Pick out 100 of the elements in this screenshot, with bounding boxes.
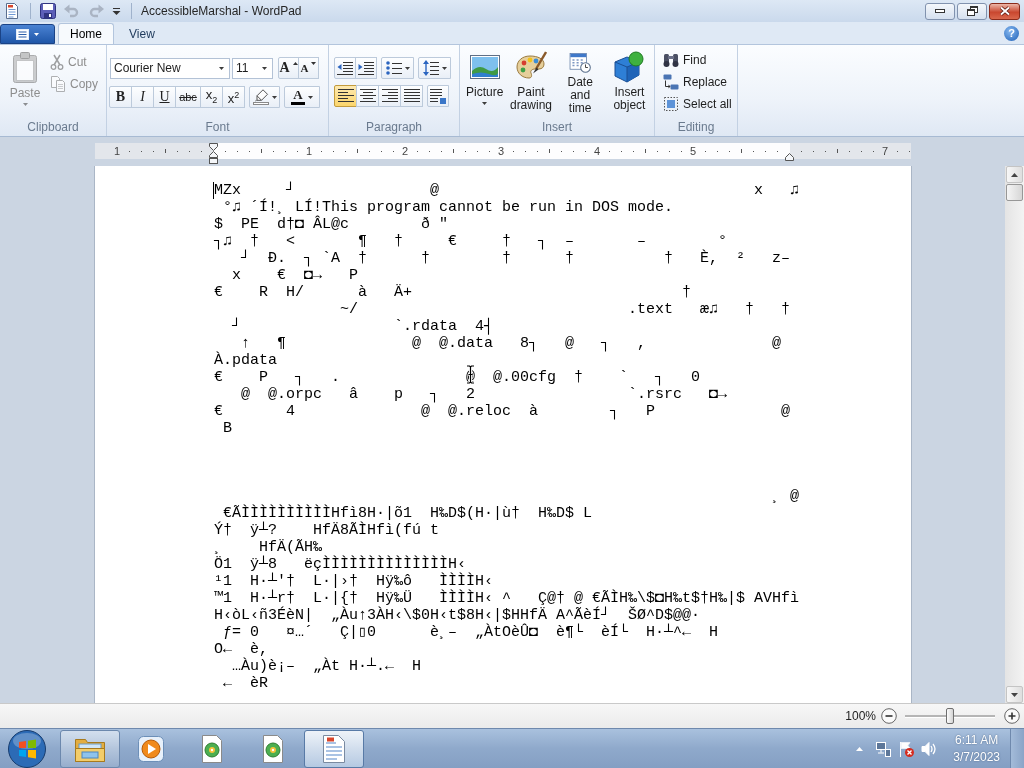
clock-date: 3/7/2023: [953, 748, 1000, 766]
caret-icon: [441, 66, 447, 70]
paragraph-icon: [430, 88, 446, 104]
ruler-number: 3: [497, 145, 505, 157]
font-name-field[interactable]: Courier New: [110, 57, 230, 79]
bulleted-list-icon: [385, 60, 402, 76]
caret-icon: [219, 66, 224, 70]
group-label: Font: [205, 120, 230, 134]
insert-object-button[interactable]: Insert object: [604, 48, 654, 118]
binoculars-icon: [663, 52, 679, 68]
group-label: Paragraph: [365, 120, 422, 134]
document-text-line: Ý† ÿ┴? HfÄ8ÃÌHfì(fú t: [214, 522, 440, 539]
picture-button[interactable]: Picture: [463, 48, 507, 118]
document-icon: [321, 734, 347, 763]
replace-icon: [663, 74, 679, 90]
document-icon[interactable]: [4, 3, 20, 19]
zoom-level-text: 100%: [845, 709, 876, 723]
caret-icon: [308, 95, 313, 99]
document-text-line: x € ◘→ P: [231, 267, 359, 284]
align-center-button[interactable]: [356, 85, 379, 107]
document-text-line: $ PE d†◘ ÂL@c ð ": [214, 216, 449, 233]
select-all-button[interactable]: Select all: [660, 94, 735, 114]
ribbon-tab[interactable]: View: [117, 23, 167, 44]
network-icon[interactable]: [875, 740, 892, 757]
scrollbar-thumb[interactable]: [1006, 184, 1023, 201]
grow-font-button[interactable]: A: [278, 57, 299, 79]
close-button[interactable]: [989, 2, 1020, 20]
document-text-line: H‹òL‹ñ3ÉèN| „Àu↑3ÀH‹\$0H‹t$8H‹|$HHfÄ A^ÃèÍ┘ ŠØ^D$@@·: [214, 607, 701, 624]
color-bar-icon: [291, 102, 305, 105]
line-spacing-icon: [422, 60, 439, 76]
close-icon: [998, 6, 1011, 16]
document-text-line: €ÃÌÌÌÌÌÌÌÌÌÌHfì8H·|õ1 H‰D$(H·|ù† H‰D$ L: [223, 505, 593, 522]
customize-caret-icon[interactable]: [112, 7, 121, 15]
document-text-line: ┘ `.rdata 4┤: [231, 318, 494, 335]
italic-button[interactable]: I: [131, 86, 154, 108]
shrink-font-button[interactable]: A: [298, 57, 319, 79]
document-text-line: ¸ @: [771, 488, 800, 505]
document-text-line: ┘ Ð. ┐ `A † † † † † È, ² z–: [240, 250, 791, 267]
zoom-in-icon[interactable]: [1004, 708, 1020, 724]
highlight-button[interactable]: [249, 86, 280, 108]
select-all-icon: [663, 96, 679, 112]
app-menu-button[interactable]: [0, 24, 55, 44]
caret-down-icon: [1011, 692, 1018, 697]
ruler-number: 1: [113, 145, 121, 157]
document-text-line: ← èR: [222, 675, 268, 692]
font-size-field[interactable]: 11: [232, 57, 273, 79]
document-text-line: ¹1 H·┴'† L·|›† Hÿ‰ô ÌÌÌÌH‹: [214, 573, 494, 590]
caret-icon: [404, 66, 410, 70]
group-label: Insert: [542, 120, 572, 134]
document-text-line: B: [222, 420, 232, 437]
justify-icon: [403, 88, 420, 104]
document-text-line: ┐♫ † < ¶ † € † ┐ – – °: [214, 233, 728, 250]
date-time-button[interactable]: Date and time: [555, 48, 605, 118]
superscript-button[interactable]: x$^{2}$: [222, 86, 245, 108]
clock-time: 6:11 AM: [955, 731, 999, 749]
bullets-button[interactable]: [381, 57, 414, 79]
ribbon-tab[interactable]: Home: [58, 23, 114, 44]
taskbar-button[interactable]: [304, 729, 364, 768]
indent-marker-icon[interactable]: [784, 153, 794, 161]
align-left-icon: [337, 88, 354, 104]
disc-page-icon: [200, 734, 224, 763]
start-orb-icon[interactable]: [7, 728, 47, 768]
document-text-line: MZx ┘ @ x ♫: [214, 182, 800, 199]
save-icon[interactable]: [40, 3, 56, 19]
bold-button[interactable]: B: [109, 86, 132, 108]
caret-down-icon: [311, 62, 317, 65]
scroll-down-button[interactable]: [1006, 686, 1023, 703]
document-text-line: …Àu)è¡– „Àt H·┴.← H: [231, 658, 422, 675]
restore-button[interactable]: [957, 2, 987, 20]
zoom-out-icon[interactable]: [881, 708, 897, 724]
justify-button[interactable]: [400, 85, 423, 107]
paint-drawing-button[interactable]: Paint drawing: [506, 48, 556, 118]
ruler-number: 4: [593, 145, 601, 157]
subscript-button[interactable]: x$_{2}$: [200, 86, 223, 108]
media-play-icon: [137, 734, 165, 763]
ruler-number: 2: [401, 145, 409, 157]
paragraph-settings-button[interactable]: [427, 85, 449, 107]
align-left-button[interactable]: [334, 85, 357, 107]
replace-button[interactable]: Replace: [660, 72, 735, 92]
minimize-button[interactable]: [925, 2, 955, 20]
document-text-line: À.pdata: [214, 352, 277, 369]
cube-sphere-icon: [613, 51, 646, 83]
flag-warning-icon[interactable]: [898, 740, 915, 757]
line-spacing-button[interactable]: [418, 57, 451, 79]
font-color-button[interactable]: A: [284, 86, 320, 108]
find-button[interactable]: Find: [660, 50, 735, 70]
ruler-number: 7: [881, 145, 889, 157]
window-title: AccessibleMarshal - WordPad: [141, 4, 302, 18]
decrease-indent-button[interactable]: [334, 57, 356, 79]
zoom-slider-thumb[interactable]: [946, 708, 954, 724]
zoom-slider[interactable]: [905, 708, 995, 724]
underline-button[interactable]: U: [153, 86, 176, 108]
scroll-up-button[interactable]: [1006, 166, 1023, 183]
align-center-icon: [359, 88, 376, 104]
increase-indent-button[interactable]: [355, 57, 377, 79]
strikethrough-button[interactable]: abc: [175, 86, 201, 108]
document-lines-icon: [16, 28, 29, 40]
indent-marker-icon[interactable]: [208, 143, 218, 164]
align-right-button[interactable]: [378, 85, 401, 107]
taskbar-button[interactable]: [60, 729, 120, 768]
